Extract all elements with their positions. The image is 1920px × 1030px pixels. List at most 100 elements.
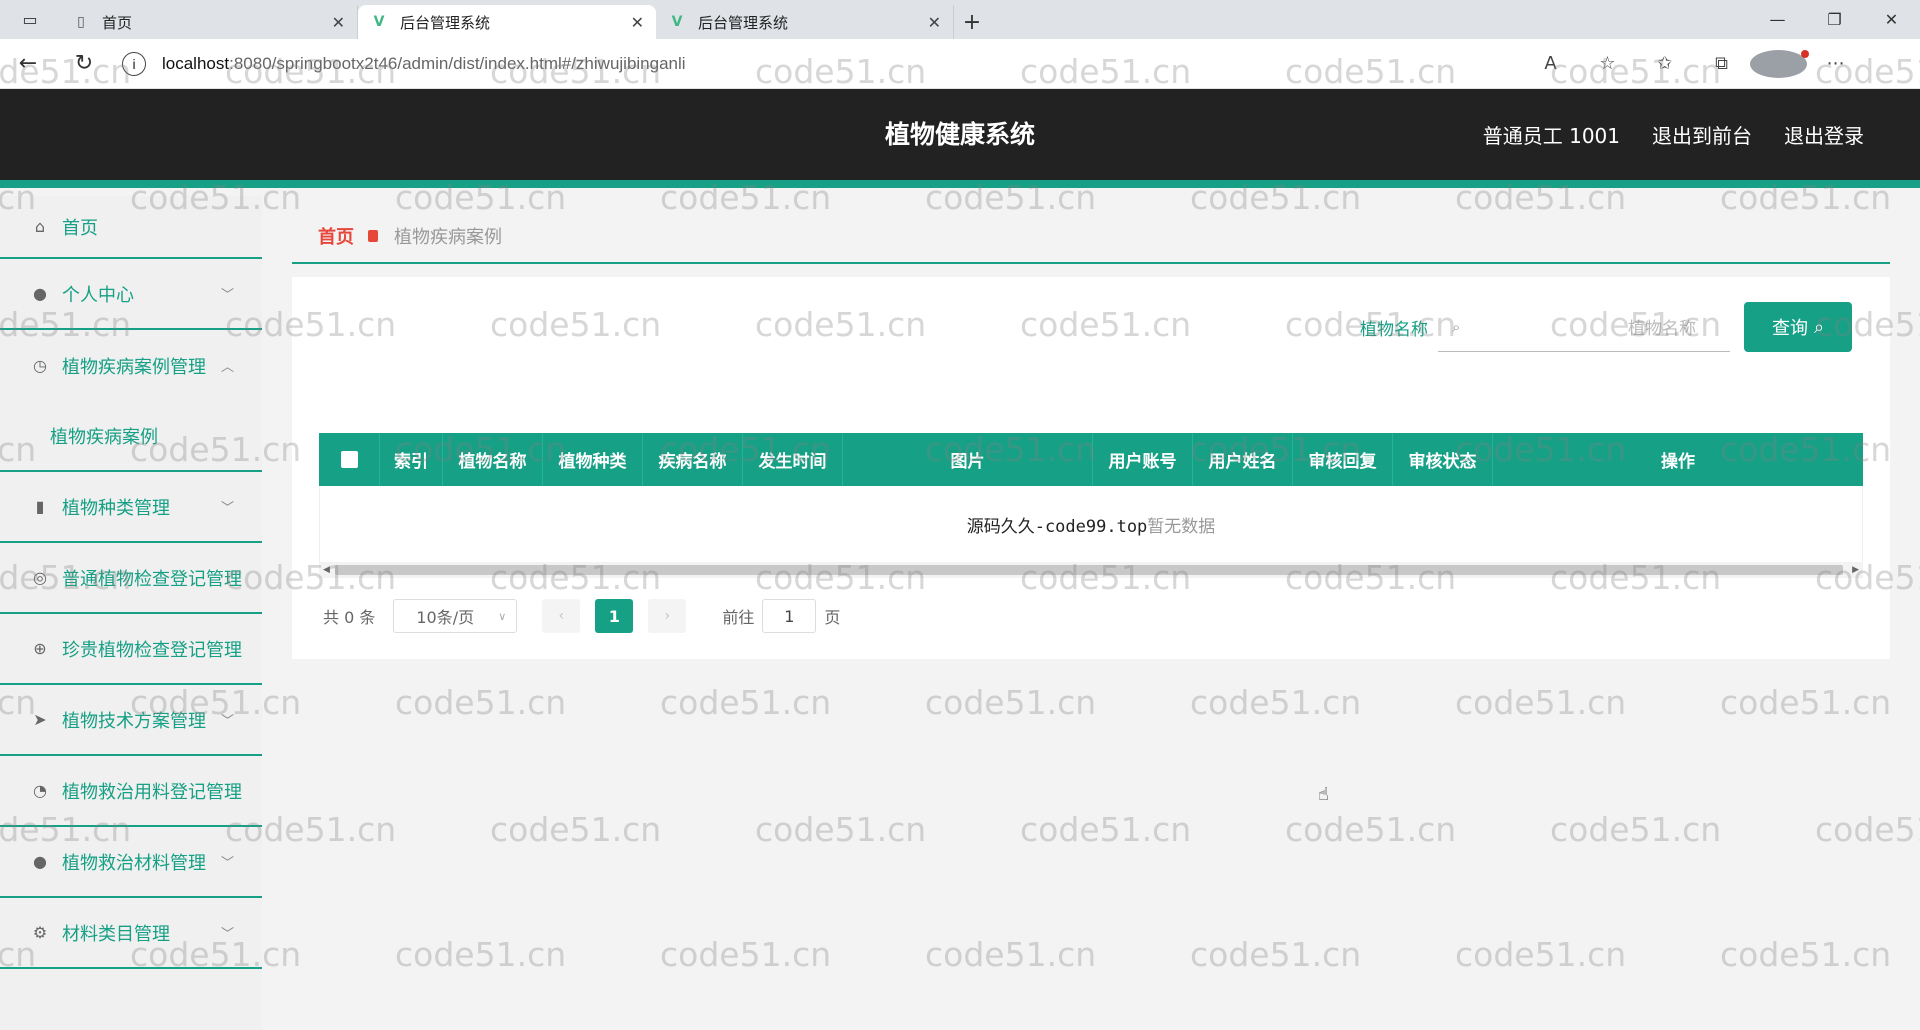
close-window-icon[interactable]: ✕ [1863,0,1920,39]
browser-address-bar: ← ↻ i localhost:8080/springbootx2t46/adm… [0,39,1920,89]
column-header: 植物种类 [543,433,643,486]
tab-title: 后台管理系统 [698,13,789,32]
watermark-text: code51.cn [925,935,1097,974]
scroll-right-icon[interactable]: ▶ [1852,565,1859,575]
target-icon: ⊕ [33,639,47,658]
new-tab-button[interactable]: + [954,5,990,39]
search-placeholder: 植物名称 [1628,319,1696,339]
user-icon: ● [33,284,47,303]
bar-chart-icon: ▮ [35,497,45,516]
sidebar-item-rare-check-mgmt[interactable]: ⊕ 珍贵植物检查登记管理 [0,614,262,685]
page-icon: ▯ [77,14,85,30]
sidebar-item-species-mgmt[interactable]: ▮ 植物种类管理 ﹀ [0,472,262,543]
favorites-icon[interactable]: ✩ [1636,53,1693,74]
more-icon[interactable]: ⋯ [1807,53,1864,74]
content-card: 植物名称 ⌕ 植物名称 查询 ⌕ 索引 植物名称 植物种类 疾病名称 发生时间 … [292,277,1890,659]
url-host: localhost [162,53,230,73]
search-icon: ⌕ [1452,317,1461,336]
minimize-icon[interactable]: — [1749,0,1806,39]
chevron-down-icon: ﹀ [220,501,234,516]
table-header: 索引 植物名称 植物种类 疾病名称 发生时间 图片 用户账号 用户姓名 审核回复… [319,433,1863,486]
info-icon[interactable]: i [122,51,146,76]
collections-icon[interactable]: ⧉ [1693,53,1750,74]
sidebar-item-material-category-mgmt[interactable]: ⚙ 材料类目管理 ﹀ [0,898,262,969]
tab-title: 首页 [102,13,133,32]
close-icon[interactable]: ✕ [332,13,345,32]
column-header: 用户账号 [1093,433,1193,486]
chevron-down-icon: ﹀ [220,856,234,871]
current-user: 普通员工 1001 [1482,124,1620,148]
search-button[interactable]: 查询 ⌕ [1744,302,1852,352]
watermark-text: code51.cn [395,683,567,722]
scrollbar-thumb[interactable] [335,565,1843,575]
sidebar-item-personal-center[interactable]: ● 个人中心 ﹀ [0,259,262,330]
page-number-button[interactable]: 1 [595,599,634,633]
watermark-text: code51.cn [1815,810,1920,849]
watermark-text: code51.cn [1550,810,1722,849]
select-all-checkbox[interactable] [340,451,358,468]
select-all-checkbox-cell[interactable] [319,433,380,486]
sidebar-item-label: 植物疾病案例管理 [62,356,206,378]
sidebar-item-label: 材料类目管理 [62,923,170,945]
clock-icon: ◷ [33,356,47,375]
browser-tab-admin-active[interactable]: V 后台管理系统 ✕ [358,5,656,39]
pagination: 共 0 条 10条/页 ∨ ‹ 1 › 前往 1 页 [323,599,840,633]
exit-to-front-link[interactable]: 退出到前台 [1652,120,1752,149]
chevron-down-icon: ﹀ [220,927,234,942]
close-icon[interactable]: ✕ [631,13,644,32]
page-size-select[interactable]: 10条/页 ∨ [393,599,518,633]
close-icon[interactable]: ✕ [928,13,941,32]
watermark-text: code51.cn [1455,935,1627,974]
compass-icon: ◎ [33,568,47,587]
goto-page-input[interactable]: 1 [762,599,817,633]
browser-tab-admin[interactable]: V 后台管理系统 ✕ [656,5,954,39]
favorite-add-icon[interactable]: ☆ [1579,53,1636,74]
vue-icon: V [373,14,385,30]
sidebar: ⌂ 首页 ● 个人中心 ﹀ ◷ 植物疾病案例管理 ︿ 植物疾病案例 ▮ 植物种类… [0,196,262,1030]
logout-link[interactable]: 退出登录 [1784,120,1864,149]
column-header: 审核回复 [1293,433,1393,486]
refresh-icon[interactable]: ↻ [56,39,112,89]
url-path: :8080/springbootx2t46/admin/dist/index.h… [229,53,686,73]
vue-icon: V [671,14,683,30]
sidebar-item-label: 植物疾病案例 [50,426,158,448]
scroll-left-icon[interactable]: ◀ [323,565,330,575]
watermark-text: code51.cn [660,935,832,974]
url-field[interactable]: i localhost:8080/springbootx2t46/admin/d… [112,46,1522,82]
profile-icon[interactable] [1750,49,1809,78]
sidebar-item-common-check-mgmt[interactable]: ◎ 普通植物检查登记管理 [0,543,262,614]
search-button-label: 查询 [1771,318,1808,339]
chevron-up-icon: ︿ [220,360,234,375]
horizontal-scrollbar[interactable]: ◀ ▶ [319,562,1863,578]
restore-icon[interactable]: ❐ [1806,0,1863,39]
sidebar-item-label: 首页 [62,217,98,239]
watermark-text: code51.cn [1020,810,1192,849]
search-input[interactable]: ⌕ 植物名称 [1438,302,1730,352]
sidebar-item-label: 植物救治用料登记管理 [62,781,242,803]
chevron-down-icon: ∨ [498,609,507,623]
sidebar-item-disease-case-mgmt[interactable]: ◷ 植物疾病案例管理 ︿ [0,330,262,401]
column-header: 疾病名称 [643,433,743,486]
sidebar-item-label: 植物种类管理 [62,497,170,519]
sidebar-item-tech-plan-mgmt[interactable]: ➤ 植物技术方案管理 ﹀ [0,685,262,756]
watermark-text: code51.cn [1190,683,1362,722]
column-header: 用户姓名 [1193,433,1293,486]
back-icon[interactable]: ← [0,39,56,89]
next-page-button[interactable]: › [648,599,687,633]
watermark-text: code51.cn [925,683,1097,722]
breadcrumb-home[interactable]: 首页 [318,223,354,249]
sidebar-item-home[interactable]: ⌂ 首页 [0,196,262,259]
sidebar-item-treatment-material-reg[interactable]: ◔ 植物救治用料登记管理 [0,756,262,827]
sidebar-item-label: 个人中心 [62,284,134,306]
browser-tab-home[interactable]: ▯ 首页 ✕ [60,5,358,39]
sidebar-subitem-disease-case[interactable]: 植物疾病案例 [0,401,262,472]
read-aloud-icon[interactable]: A [1522,53,1579,74]
tab-actions-icon[interactable]: ▭ [0,0,60,39]
sidebar-item-treatment-material-mgmt[interactable]: ● 植物救治材料管理 ﹀ [0,827,262,898]
breadcrumb-separator-icon [368,230,378,242]
empty-watermark-text: 源码久久-code99.top [966,516,1148,537]
watermark-text: code51.cn [395,935,567,974]
bulb-icon: ● [33,852,47,871]
prev-page-button[interactable]: ‹ [542,599,581,633]
column-header: 索引 [380,433,443,486]
